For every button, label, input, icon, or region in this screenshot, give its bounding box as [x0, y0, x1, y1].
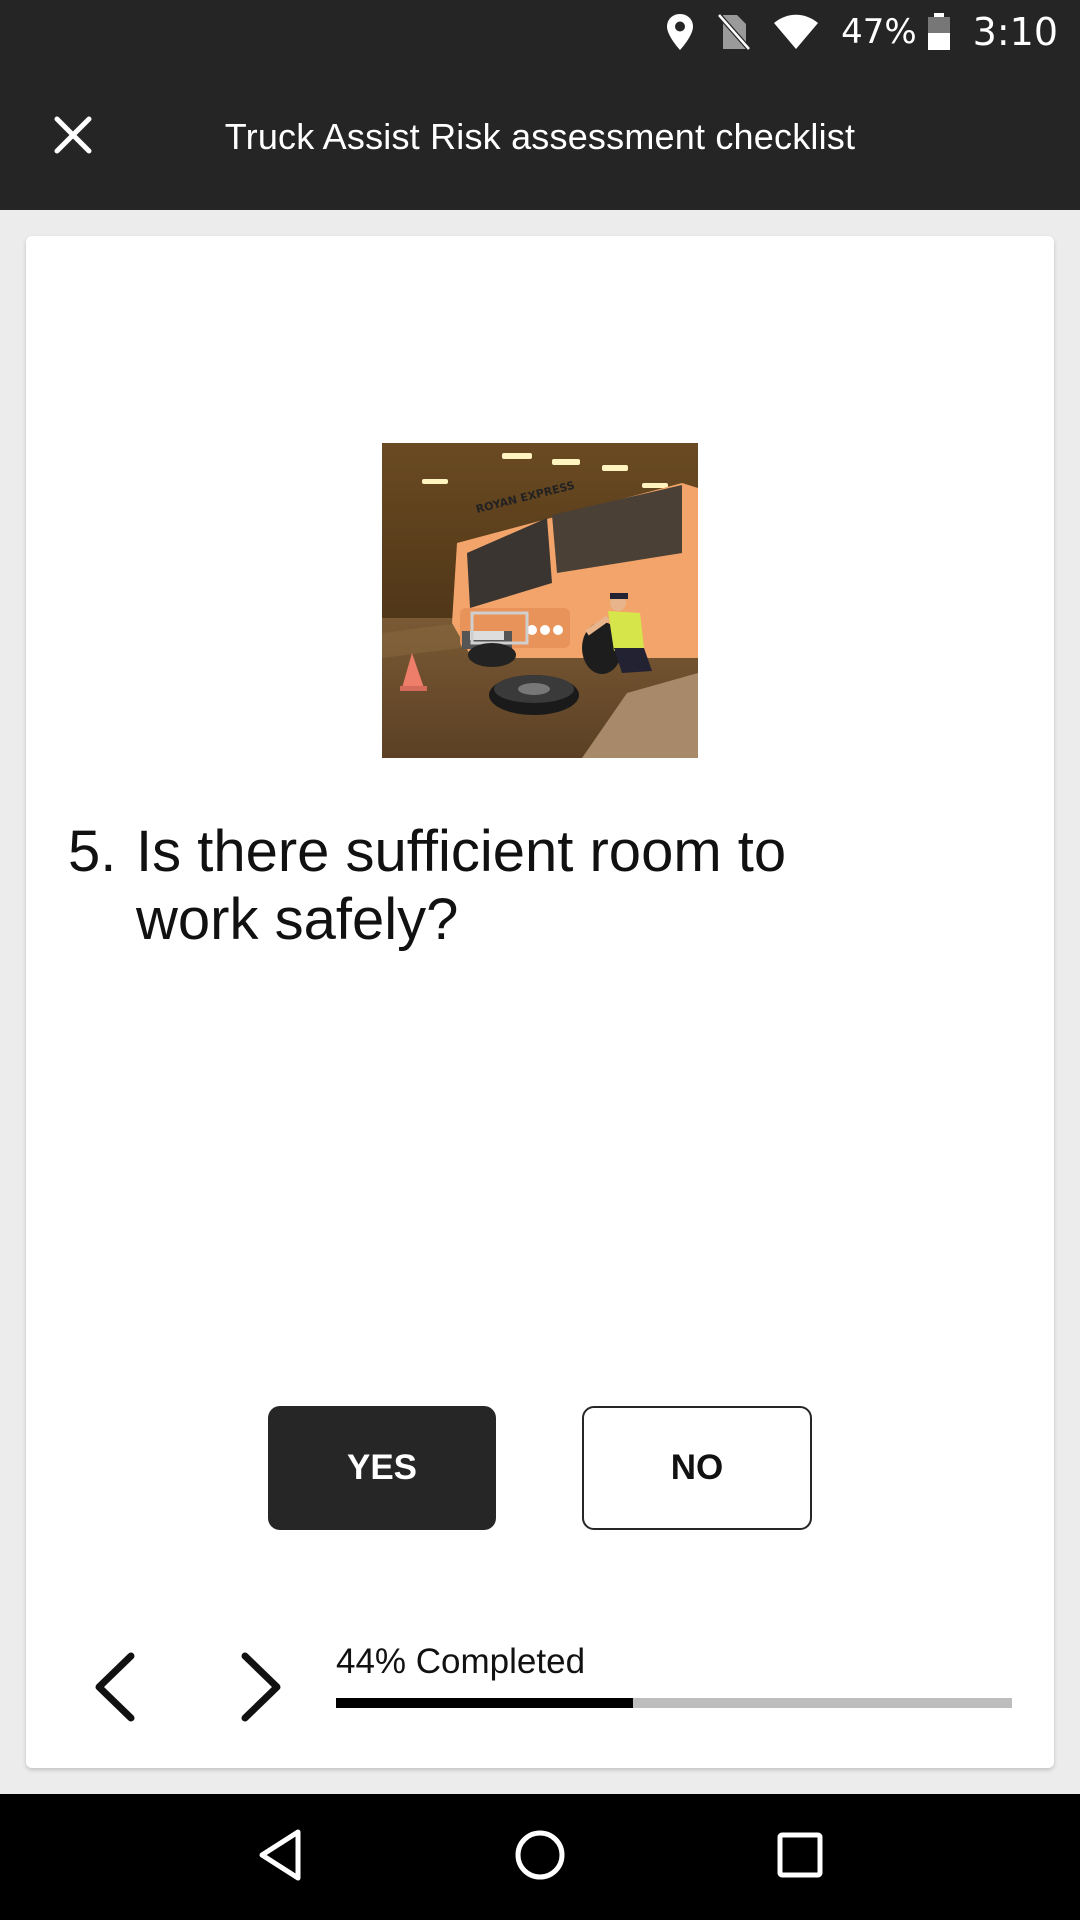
home-icon	[514, 1829, 566, 1886]
home-button[interactable]	[500, 1817, 580, 1897]
progress-bar-fill	[336, 1698, 634, 1708]
close-button[interactable]	[40, 104, 106, 170]
question-card: ROYAN EXPRESS 5. Is there sufficient roo…	[26, 236, 1054, 1768]
progress-bar	[336, 1698, 1012, 1708]
question-text: Is there sufficient room to work safely?	[136, 819, 787, 952]
system-nav-bar	[0, 1794, 1080, 1920]
recents-icon	[776, 1831, 824, 1884]
battery-icon	[927, 13, 951, 51]
chevron-right-icon	[239, 1652, 283, 1727]
recents-button[interactable]	[760, 1817, 840, 1897]
status-bar: 47% 3:10	[0, 0, 1080, 64]
battery-percent: 47%	[841, 12, 917, 52]
back-icon	[256, 1828, 304, 1887]
back-button[interactable]	[240, 1817, 320, 1897]
wifi-icon	[773, 14, 819, 50]
progress-label: 44% Completed	[336, 1642, 586, 1681]
location-icon	[665, 13, 695, 51]
chevron-left-icon	[93, 1652, 137, 1727]
clock: 3:10	[972, 10, 1058, 54]
app-bar: Truck Assist Risk assessment checklist	[0, 64, 1080, 210]
no-sim-icon	[717, 13, 751, 51]
question-number: 5.	[68, 819, 117, 884]
question: 5. Is there sufficient room to work safe…	[68, 818, 968, 954]
page-title: Truck Assist Risk assessment checklist	[224, 116, 856, 157]
close-icon	[53, 115, 93, 160]
question-image: ROYAN EXPRESS	[382, 443, 698, 758]
previous-button[interactable]	[80, 1646, 150, 1732]
next-button[interactable]	[226, 1646, 296, 1732]
no-button[interactable]: NO	[582, 1406, 812, 1530]
yes-button[interactable]: YES	[268, 1406, 496, 1530]
